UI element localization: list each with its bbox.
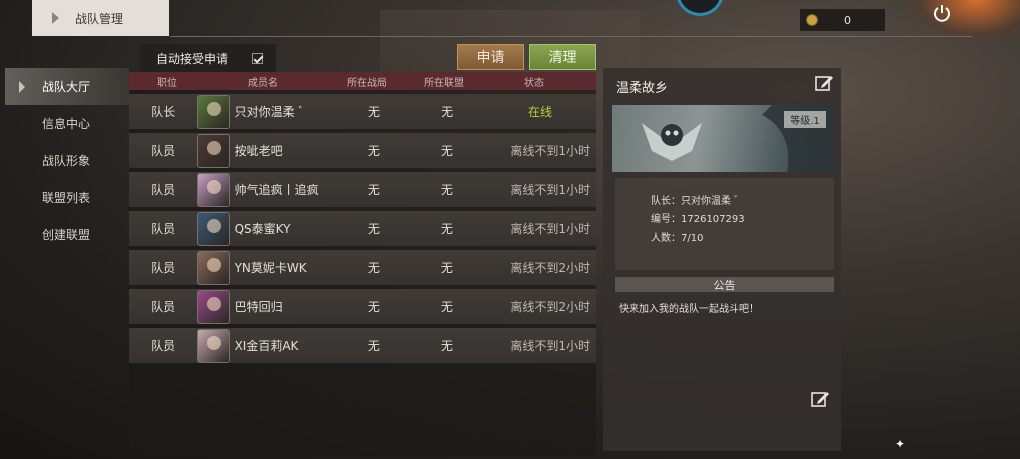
notice-text: 快来加入我的战队一起战斗吧！	[619, 304, 759, 315]
table-row[interactable]: 队员 QS泰蜜KY 无 无 离线不到1小时	[129, 211, 596, 246]
member-match: 无	[367, 300, 380, 314]
member-status: 在线	[528, 105, 553, 119]
top-divider	[170, 36, 972, 37]
table-row[interactable]: 队员 按呲老吧 无 无 离线不到1小时	[129, 133, 596, 168]
member-match: 无	[367, 261, 380, 275]
member-role: 队员	[151, 222, 176, 236]
sidebar-item-create-alliance[interactable]: 创建联盟	[5, 216, 129, 253]
member-avatar[interactable]	[197, 172, 230, 207]
auto-accept-label: 自动接受申请	[156, 51, 229, 66]
member-role: 队员	[151, 144, 176, 158]
member-name: 帅气追疯丨追疯	[234, 183, 319, 197]
table-row[interactable]: 队员 巴特回归 无 无 离线不到2小时	[129, 289, 596, 324]
member-rows: 队长 只对你温柔 ﾞ无无在线 队员 按呲老吧无无离线不到1小时 队员 帅气追疯丨追疯无无离…	[129, 94, 596, 367]
background-lamp	[676, 0, 724, 16]
coin-icon	[806, 14, 818, 26]
sidebar-item-team-hall[interactable]: 战队大厅	[5, 68, 129, 105]
member-name: XI金百莉AK	[234, 339, 299, 353]
member-role: 队员	[151, 300, 176, 314]
member-match: 无	[367, 222, 380, 236]
column-header-status: 状态	[524, 77, 544, 89]
member-status: 离线不到1小时	[510, 183, 590, 197]
currency-display: 0	[800, 9, 885, 31]
power-icon	[934, 5, 950, 22]
currency-amount: 0	[844, 13, 851, 27]
team-member-count: 人数：7/10	[651, 233, 704, 244]
table-row[interactable]: 队员 YN莫妮卡WK 无 无 离线不到2小时	[129, 250, 596, 285]
notice-title: 公告	[615, 277, 834, 292]
sidebar-item-info-center[interactable]: 信息中心	[5, 105, 129, 142]
team-level-badge: 等级.1	[784, 111, 826, 128]
sparkle-icon: ✦	[895, 437, 906, 451]
team-captain: 队长：只对你温柔 ﾞ	[651, 196, 740, 207]
member-alliance: 无	[441, 105, 454, 119]
member-match: 无	[367, 183, 380, 197]
member-status: 离线不到2小时	[510, 261, 590, 275]
auto-accept-toggle[interactable]: 自动接受申请	[140, 44, 276, 72]
member-status: 离线不到1小时	[510, 339, 590, 353]
sidebar-item-label: 战队大厅	[42, 80, 91, 94]
member-role: 队员	[151, 339, 176, 353]
member-role: 队员	[151, 261, 176, 275]
member-avatar[interactable]	[197, 211, 230, 246]
sidebar-item-team-image[interactable]: 战队形象	[5, 142, 129, 179]
background-glow	[910, 0, 1020, 40]
member-alliance: 无	[440, 261, 453, 275]
table-row[interactable]: 队长 只对你温柔 ﾞ 无 无 在线	[129, 94, 596, 129]
team-id: 编号：1726107293	[651, 214, 745, 225]
member-name: 巴特回归	[234, 300, 283, 314]
column-header-alliance: 所在联盟	[424, 77, 464, 89]
member-avatar[interactable]	[197, 250, 230, 285]
member-status: 离线不到1小时	[510, 144, 590, 158]
header-tab-label: 战队管理	[75, 11, 124, 26]
member-alliance: 无	[440, 300, 453, 314]
member-alliance: 无	[440, 144, 453, 158]
sidebar-item-label: 联盟列表	[42, 191, 91, 205]
member-match: 无	[367, 144, 380, 158]
member-name: QS泰蜜KY	[234, 222, 291, 236]
edit-notice-icon[interactable]	[810, 389, 830, 409]
power-button[interactable]	[928, 0, 956, 26]
table-row[interactable]: 队员 帅气追疯丨追疯 无 无 离线不到1小时	[129, 172, 596, 207]
member-list-header: 职位 成员名 所在战局 所在联盟 状态	[129, 72, 596, 90]
apply-button[interactable]: 申请	[457, 44, 524, 70]
member-name: 只对你温柔 ﾞ	[234, 105, 305, 119]
auto-accept-checkbox[interactable]	[252, 52, 264, 64]
member-role: 队员	[151, 183, 176, 197]
member-status: 离线不到1小时	[510, 222, 590, 236]
member-alliance: 无	[440, 339, 453, 353]
edit-team-icon[interactable]	[814, 73, 834, 93]
member-avatar[interactable]	[197, 94, 230, 129]
member-status: 离线不到2小时	[510, 300, 590, 314]
member-alliance: 无	[440, 222, 453, 236]
member-avatar[interactable]	[197, 328, 230, 363]
member-match: 无	[367, 339, 380, 353]
sidebar-item-label: 创建联盟	[42, 228, 91, 242]
member-match: 无	[368, 105, 381, 119]
column-header-role: 职位	[157, 77, 177, 89]
member-name: YN莫妮卡WK	[234, 261, 307, 275]
member-avatar[interactable]	[197, 289, 230, 324]
member-avatar[interactable]	[197, 133, 230, 168]
clean-button[interactable]: 清理	[529, 44, 596, 70]
header-tab-team-management[interactable]: 战队管理	[32, 0, 169, 36]
column-header-name: 成员名	[248, 77, 278, 89]
member-role: 队长	[151, 105, 176, 119]
sidebar-item-label: 战队形象	[42, 154, 91, 168]
team-name: 温柔故乡	[616, 81, 669, 96]
column-header-match: 所在战局	[347, 77, 387, 89]
member-name: 按呲老吧	[234, 144, 283, 158]
sidebar-item-label: 信息中心	[42, 117, 91, 131]
triangle-icon	[52, 12, 59, 24]
table-row[interactable]: 队员 XI金百莉AK 无 无 离线不到1小时	[129, 328, 596, 363]
member-alliance: 无	[440, 183, 453, 197]
sidebar-item-alliance-list[interactable]: 联盟列表	[5, 179, 129, 216]
sidebar: 战队大厅 信息中心 战队形象 联盟列表 创建联盟	[5, 68, 129, 253]
